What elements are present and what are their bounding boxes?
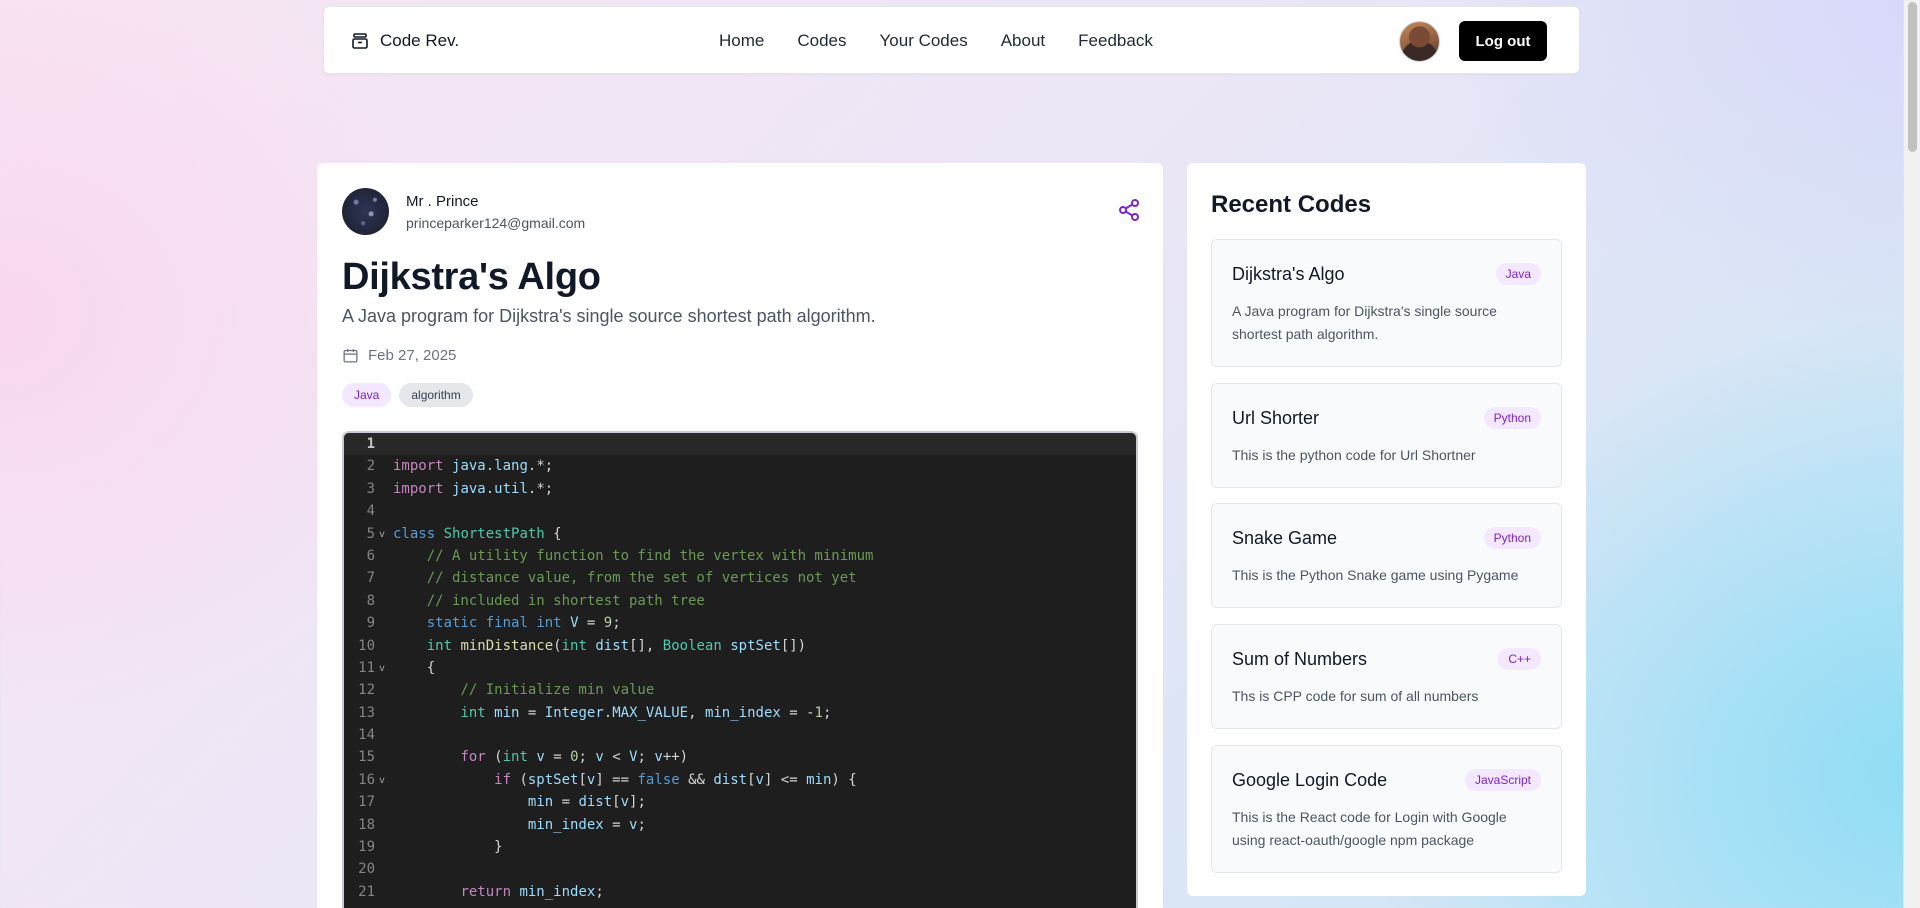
recent-code-title: Dijkstra's Algo: [1232, 264, 1345, 284]
code-title: Dijkstra's Algo: [342, 256, 601, 298]
code-description: A Java program for Dijkstra's single sou…: [342, 306, 876, 326]
language-badge: Python: [1483, 407, 1541, 429]
code-line: 13 int min = Integer.MAX_VALUE, min_inde…: [358, 704, 832, 721]
code-line: 14: [358, 727, 375, 744]
code-line: 4: [366, 503, 375, 520]
code-line: 21 return min_index;: [358, 883, 604, 900]
code-line: 7 // distance value, from the set of ver…: [366, 570, 857, 587]
calendar-icon: [343, 349, 358, 363]
nav-link-home[interactable]: Home: [719, 31, 764, 51]
recent-codes-sidebar: Recent Codes Dijkstra's Algo Java A Java…: [1187, 163, 1586, 896]
code-line: 16 v if (sptSet[v] == false && dist[v] <=…: [344, 769, 1136, 791]
brand[interactable]: Code Rev.: [352, 7, 459, 75]
brand-name: Code Rev.: [380, 31, 460, 50]
language-badge: C++: [1498, 648, 1541, 670]
code-line: 10 int minDistance(int dist[], Boolean s…: [358, 637, 807, 654]
code-line: 9 static final int V = 9;: [366, 615, 621, 632]
recent-code-title: Google Login Code: [1232, 770, 1388, 790]
code-editor[interactable]: 1 2 import java.lang.*; 3 import java.util…: [342, 431, 1138, 908]
recent-code-card[interactable]: Dijkstra's Algo Java A Java program for …: [1211, 239, 1562, 367]
tag-list: Java algorithm: [342, 383, 473, 407]
nav-link-your-codes[interactable]: Your Codes: [880, 31, 968, 51]
code-line: 19 }: [358, 839, 503, 856]
code-line: 2 import java.lang.*;: [366, 458, 554, 475]
recent-code-desc: This is the Python Snake game using Pyga…: [1232, 567, 1519, 583]
chevron-down-icon[interactable]: v: [379, 770, 385, 792]
scrollbar-thumb[interactable]: [1908, 2, 1917, 152]
tag-algorithm[interactable]: algorithm: [399, 383, 473, 407]
code-line: 17 min = dist[v];: [358, 794, 646, 811]
recent-code-desc: Ths is CPP code for sum of all numbers: [1232, 688, 1479, 704]
code-line: 20: [358, 861, 375, 878]
author-avatar: [342, 188, 389, 235]
recent-code-desc: This is the python code for Url Shortner: [1232, 447, 1476, 463]
nav-link-about[interactable]: About: [1001, 31, 1045, 51]
author-name: Mr . Prince: [406, 192, 479, 210]
page-scrollbar[interactable]: [1903, 0, 1920, 908]
recent-code-card[interactable]: Snake Game Python This is the Python Sna…: [1211, 503, 1562, 608]
date-row: Feb 27, 2025: [342, 347, 456, 364]
recent-code-desc: A Java program for Dijkstra's single sou…: [1232, 303, 1497, 342]
recent-code-card[interactable]: Url Shorter Python This is the python co…: [1211, 383, 1562, 488]
language-badge: Java: [1495, 263, 1541, 285]
language-badge: JavaScript: [1464, 769, 1541, 791]
nav-link-codes[interactable]: Codes: [797, 31, 846, 51]
user-avatar[interactable]: [1399, 21, 1440, 62]
code-line: 11 v {: [344, 657, 1136, 679]
author-email: princeparker124@gmail.com: [406, 214, 586, 231]
language-badge: Python: [1483, 527, 1541, 549]
code-line: 3 import java.util.*;: [366, 480, 554, 497]
code-line: 8 // included in shortest path tree: [366, 592, 705, 609]
recent-code-card[interactable]: Google Login Code JavaScript This is the…: [1211, 745, 1562, 873]
recent-code-desc: This is the React code for Login with Go…: [1232, 809, 1507, 848]
recent-code-card[interactable]: Sum of Numbers C++ Ths is CPP code for s…: [1211, 624, 1562, 729]
chevron-down-icon[interactable]: v: [379, 658, 385, 680]
archive-box-icon: [352, 33, 368, 49]
share-icon[interactable]: [1117, 198, 1141, 222]
sidebar-title: Recent Codes: [1211, 191, 1372, 218]
recent-code-title: Snake Game: [1232, 528, 1338, 548]
recent-code-title: Sum of Numbers: [1232, 649, 1368, 669]
code-date: Feb 27, 2025: [368, 347, 457, 364]
code-line: 15 for (int v = 0; v < V; v++): [358, 749, 689, 766]
logout-button[interactable]: Log out: [1459, 21, 1547, 61]
nav-link-feedback[interactable]: Feedback: [1078, 31, 1153, 51]
chevron-down-icon[interactable]: v: [379, 524, 385, 546]
code-line: 6 // A utility function to find the vert…: [366, 547, 874, 564]
code-detail-card: Mr . Prince princeparker124@gmail.com Di…: [317, 163, 1163, 908]
code-line: 12 // Initialize min value: [358, 682, 655, 699]
author-info: Mr . Prince princeparker124@gmail.com: [342, 188, 585, 235]
code-line: 18 min_index = v;: [358, 816, 646, 833]
code-line: 5 v class ShortestPath {: [344, 523, 1136, 545]
code-line: 1: [344, 433, 1136, 456]
tag-java[interactable]: Java: [342, 383, 392, 407]
top-navbar: Code Rev. Home Codes Your Codes About Fe…: [323, 6, 1580, 74]
recent-code-title: Url Shorter: [1232, 408, 1320, 428]
nav-links: Home Codes Your Codes About Feedback: [719, 7, 1186, 75]
